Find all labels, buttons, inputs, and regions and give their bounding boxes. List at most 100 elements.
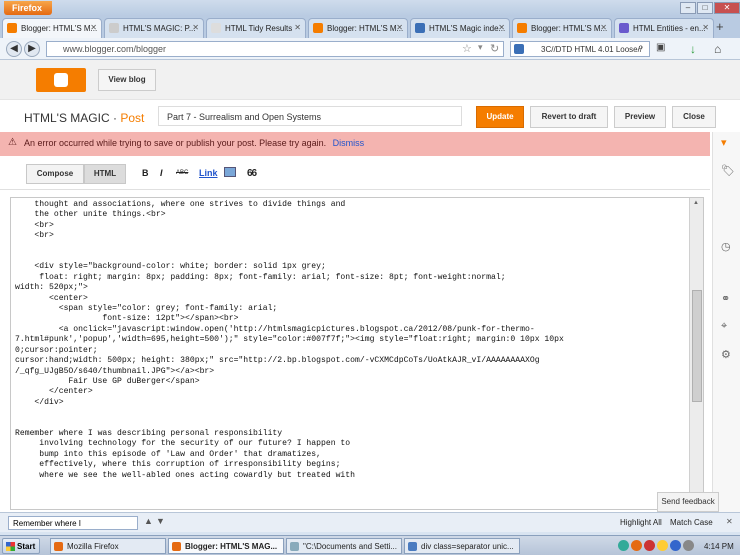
tab-close-icon[interactable]: ✕ — [90, 23, 97, 32]
tab-close-icon[interactable]: ✕ — [498, 23, 505, 32]
post-title-input[interactable]: Part 7 - Surrealism and Open Systems — [158, 106, 462, 126]
windows-taskbar: Start Mozilla Firefox Blogger: HTML'S MA… — [0, 535, 740, 555]
dismiss-link[interactable]: Dismiss — [333, 138, 365, 148]
url-bar[interactable]: www.blogger.com/blogger — [46, 41, 504, 57]
taskbar-item[interactable]: "C:\Documents and Setti... — [286, 538, 402, 554]
permalink-icon[interactable]: ⚭ — [721, 292, 730, 305]
revert-to-draft-button[interactable]: Revert to draft — [530, 106, 608, 128]
view-blog-button[interactable]: View blog — [98, 69, 156, 91]
tray-misc-icon[interactable] — [683, 540, 694, 551]
scroll-up-icon[interactable]: ▲ — [693, 200, 699, 206]
code-line: where we see the well-abled ones acting … — [15, 470, 355, 480]
highlight-all-button[interactable]: Highlight All — [620, 518, 662, 527]
insert-image-icon[interactable] — [224, 167, 236, 177]
code-line: cursor:hand;width: 500px; height: 380px;… — [15, 356, 540, 366]
navigation-bar: ◀ ▶ www.blogger.com/blogger ☆ ▾ ↻ 3C//DT… — [0, 38, 740, 60]
find-previous-icon[interactable]: ▲ — [144, 516, 153, 526]
browser-tab[interactable]: HTML Entities - en... ✕ — [614, 18, 714, 38]
browser-tab[interactable]: HTML'S Magic inde... ✕ — [410, 18, 510, 38]
location-pin-icon[interactable]: ⌖ — [721, 320, 727, 333]
browser-tab[interactable]: HTML'S MAGIC: P... ✕ — [104, 18, 204, 38]
html-editor[interactable]: thought and associations, where one stri… — [10, 197, 704, 510]
dropdown-arrow-icon[interactable]: ▾ — [478, 42, 483, 53]
window-close-button[interactable]: ✕ — [714, 2, 740, 14]
find-input[interactable]: Remember where I — [8, 516, 138, 530]
italic-button[interactable]: I — [160, 168, 163, 178]
blogger-favicon-icon — [517, 23, 527, 33]
new-tab-icon[interactable]: + — [716, 19, 724, 34]
bookmarks-menu-icon[interactable]: ▣ — [656, 42, 665, 53]
browser-tab[interactable]: Blogger: HTML'S M... ✕ — [2, 18, 102, 39]
blogger-favicon-icon — [7, 23, 17, 33]
code-line: 0;cursor:pointer; — [15, 345, 98, 355]
tray-volume-icon[interactable] — [670, 540, 681, 551]
html-mode-button[interactable]: HTML — [84, 164, 126, 184]
scrollbar-thumb[interactable] — [692, 290, 702, 402]
post-settings-sidebar: ▾ 🏷 ◷ ⚭ ⌖ ⚙ — [712, 132, 740, 512]
compose-mode-button[interactable]: Compose — [26, 164, 84, 184]
page-favicon-icon — [415, 23, 425, 33]
tab-close-icon[interactable]: ✕ — [294, 23, 301, 32]
start-label: Start — [17, 542, 36, 551]
start-button[interactable]: Start — [2, 538, 40, 554]
tray-network-icon[interactable] — [618, 540, 629, 551]
search-magnifier-icon[interactable]: ⌕ — [638, 42, 644, 53]
editor-toolbar: Compose HTML B I ABC Link 66 — [0, 156, 710, 190]
browser-tab[interactable]: HTML Tidy Results ✕ — [206, 18, 306, 38]
collapse-arrow-icon[interactable]: ▾ — [721, 136, 727, 149]
error-banner: ⚠ An error occurred while trying to save… — [0, 132, 710, 156]
taskbar-item[interactable]: Blogger: HTML'S MAG... — [168, 538, 284, 554]
search-input[interactable]: 3C//DTD HTML 4.01 Loose// — [510, 41, 650, 57]
tray-update-icon[interactable] — [657, 540, 668, 551]
match-case-checkbox[interactable]: Match Case — [670, 518, 713, 527]
schedule-clock-icon[interactable]: ◷ — [721, 240, 731, 253]
tab-close-icon[interactable]: ✕ — [600, 23, 607, 32]
options-gear-icon[interactable]: ⚙ — [721, 348, 731, 361]
browser-tab[interactable]: Blogger: HTML'S M... ✕ — [308, 18, 408, 38]
preview-button[interactable]: Preview — [614, 106, 666, 128]
tray-security-icon[interactable] — [644, 540, 655, 551]
vertical-scrollbar[interactable]: ▲ ▼ — [689, 198, 703, 509]
blog-name: HTML'S MAGIC · — [24, 111, 117, 125]
tray-firefox-icon[interactable] — [631, 540, 642, 551]
taskbar-item-label: Blogger: HTML'S MAG... — [185, 542, 278, 551]
code-line: <br> — [15, 231, 54, 241]
tab-close-icon[interactable]: ✕ — [192, 23, 199, 32]
close-button[interactable]: Close — [672, 106, 716, 128]
labels-tag-icon[interactable]: 🏷 — [721, 164, 735, 177]
update-button[interactable]: Update — [476, 106, 524, 128]
forward-arrow-icon[interactable]: ▶ — [24, 41, 40, 57]
back-arrow-icon[interactable]: ◀ — [6, 41, 22, 57]
firefox-menu-button[interactable]: Firefox — [4, 1, 52, 15]
taskbar-item[interactable]: div class=separator unic... — [404, 538, 520, 554]
html-source[interactable]: thought and associations, where one stri… — [15, 200, 685, 481]
code-line: </center> — [15, 387, 93, 397]
reload-icon[interactable]: ↻ — [490, 42, 499, 55]
taskbar-item[interactable]: Mozilla Firefox — [50, 538, 166, 554]
firefox-icon — [54, 542, 63, 551]
find-close-icon[interactable]: ✕ — [726, 517, 733, 526]
link-button[interactable]: Link — [199, 168, 218, 178]
tab-label: Blogger: HTML'S M... — [21, 24, 98, 33]
browser-tab[interactable]: Blogger: HTML'S M... ✕ — [512, 18, 612, 38]
quote-button[interactable]: 66 — [247, 168, 257, 179]
blogger-logo-icon[interactable] — [36, 68, 86, 92]
download-arrow-icon[interactable]: ↓ — [690, 42, 696, 56]
strikethrough-button[interactable]: ABC — [176, 170, 188, 176]
url-text: www.blogger.com/blogger — [63, 44, 167, 54]
send-feedback-button[interactable]: Send feedback — [657, 492, 719, 512]
code-line: involving technology for the security of… — [15, 439, 351, 449]
bookmark-star-icon[interactable]: ☆ — [462, 42, 472, 55]
tab-close-icon[interactable]: ✕ — [702, 23, 709, 32]
home-icon[interactable]: ⌂ — [714, 42, 721, 56]
find-next-icon[interactable]: ▼ — [156, 516, 165, 526]
minimize-button[interactable]: – — [680, 2, 696, 14]
windows-logo-icon — [6, 542, 15, 551]
tab-label: HTML'S Magic inde... — [429, 24, 506, 33]
tab-label: Blogger: HTML'S M... — [327, 24, 404, 33]
maximize-button[interactable]: □ — [697, 2, 713, 14]
bold-button[interactable]: B — [142, 168, 149, 178]
code-line: bump into this episode of 'Law and Order… — [15, 449, 321, 459]
tab-close-icon[interactable]: ✕ — [396, 23, 403, 32]
